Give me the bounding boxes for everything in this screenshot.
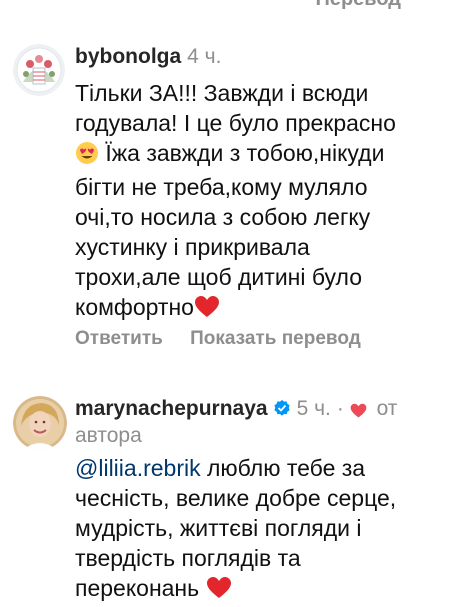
comment-line: хустинку і прикривала bbox=[75, 234, 310, 260]
comment-line: @liliia.rebrik люблю тебе за bbox=[75, 455, 366, 481]
floral-avatar-icon bbox=[13, 44, 65, 96]
comment-line: годувала! І це було прекрасно bbox=[75, 110, 396, 136]
username[interactable]: bybonolga bbox=[75, 45, 181, 68]
avatar[interactable] bbox=[13, 396, 67, 450]
cutoff-text: Перевод bbox=[315, 0, 401, 11]
heart-emoji-icon bbox=[206, 576, 232, 607]
comment-line: Тільки ЗА!!! Завжди і всюди bbox=[75, 80, 369, 106]
show-translation-button[interactable]: Показать перевод bbox=[190, 328, 361, 349]
comment-line: твердість поглядів та bbox=[75, 545, 301, 571]
comment-line: бігти не треба,кому муляло bbox=[75, 174, 368, 200]
reply-button[interactable]: Ответить bbox=[75, 328, 163, 349]
comment-line: комфортно bbox=[75, 292, 460, 326]
author-label-line2: автора bbox=[75, 422, 142, 449]
author-label: от bbox=[376, 397, 398, 420]
comment-line: трохи,але щоб дитині було bbox=[75, 264, 362, 290]
comment-text: Тільки ЗА!!! Завжди і всюди годувала! І … bbox=[75, 78, 460, 326]
comment-line: чесність, велике добре серце, bbox=[75, 485, 397, 511]
comment-line: переконань bbox=[75, 573, 460, 607]
profile-photo-icon bbox=[13, 396, 67, 450]
comment-line: Їжа завжди з тобою,нікуди bbox=[75, 138, 460, 172]
avatar[interactable] bbox=[13, 44, 65, 96]
comment-header: bybonolga 4 ч. bbox=[75, 43, 221, 70]
mention-link[interactable]: @liliia.rebrik bbox=[75, 455, 201, 481]
author-label-continued: автора bbox=[75, 424, 142, 447]
separator: · bbox=[336, 397, 344, 420]
verified-badge-icon bbox=[273, 397, 291, 424]
comment-text: @liliia.rebrik люблю тебе за чесність, в… bbox=[75, 453, 460, 607]
timestamp: 5 ч. bbox=[296, 397, 331, 420]
timestamp: 4 ч. bbox=[187, 45, 222, 68]
comment-actions: Ответить Показать перевод bbox=[75, 328, 361, 350]
comment-line: мудрість, життєві погляди і bbox=[75, 515, 362, 541]
username[interactable]: marynachepurnaya bbox=[75, 397, 268, 420]
comment-line: очі,то носила з собою легку bbox=[75, 204, 371, 230]
liked-by-author-heart-icon bbox=[350, 399, 367, 426]
heart-emoji-icon bbox=[194, 295, 220, 326]
heart-eyes-emoji-icon bbox=[75, 141, 99, 172]
